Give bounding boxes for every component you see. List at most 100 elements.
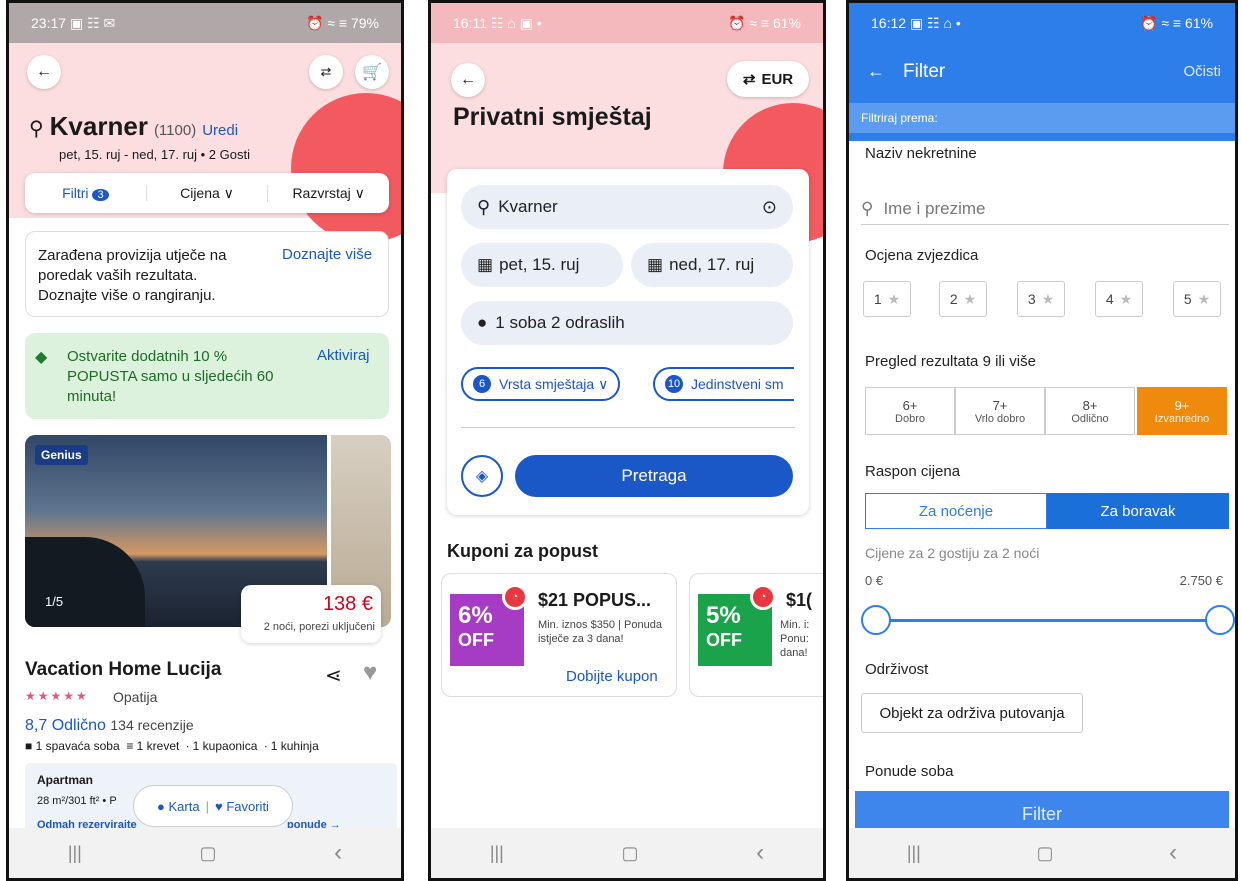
clear-button[interactable]: Očisti (1184, 63, 1222, 80)
locate-icon[interactable]: ⊙ (762, 197, 777, 218)
property-name-input[interactable]: ⚲ Ime i prezime (861, 193, 1229, 225)
currency-button[interactable]: ⇄ (309, 55, 343, 89)
search-summary[interactable]: ⚲ Kvarner (1100) Uredi (29, 111, 238, 142)
back-nav-icon[interactable]: ‹ (1169, 839, 1177, 867)
room-facilities: ■ 1 spavaća soba ≡ 1 krevet ∙ 1 kupaonic… (25, 739, 319, 753)
score-option-9-selected[interactable]: 9+ Izvanredno (1137, 387, 1227, 435)
home-icon[interactable]: ▢ (1036, 843, 1053, 864)
back-nav-icon[interactable]: ‹ (756, 839, 764, 867)
sort-button[interactable]: Razvrstaj ∨ (268, 185, 389, 202)
search-button[interactable]: Pretraga (515, 455, 793, 497)
android-navbar: ||| ▢ ‹ (431, 828, 823, 878)
recent-apps-icon[interactable]: ||| (68, 843, 82, 864)
per-stay-tab[interactable]: Za boravak (1047, 493, 1229, 529)
back-arrow-icon: ← (36, 63, 52, 80)
star-filter-5[interactable]: 5 ★ (1173, 281, 1221, 317)
star-value: 5 (1183, 291, 1192, 307)
activate-link[interactable]: Aktiviraj (317, 347, 370, 364)
per-night-tab[interactable]: Za noćenje (865, 493, 1047, 529)
cart-icon: 🛒 (362, 64, 382, 81)
guests-value: 1 soba 2 odraslih (495, 313, 625, 332)
checkin-field[interactable]: ▦ pet, 15. ruj (461, 243, 623, 287)
map-button[interactable]: ◈ (461, 455, 503, 497)
map-button[interactable]: ● Karta (157, 799, 200, 814)
cart-button[interactable]: 🛒 (355, 55, 389, 89)
share-icon[interactable]: ⋖ (325, 663, 342, 688)
chip-property-type[interactable]: 6 Vrsta smještaja ∨ (461, 367, 621, 401)
currency-button[interactable]: ⇄ EUR (727, 61, 809, 97)
search-dates: pet, 15. ruj - ned, 17. ruj • 2 Gosti (59, 147, 250, 162)
star-value: 3 (1027, 291, 1036, 307)
back-nav-icon[interactable]: ‹ (334, 839, 342, 867)
chip-count: 6 (473, 375, 491, 393)
price-slider-max-handle[interactable] (1205, 605, 1235, 635)
unit-size: 28 m²/301 ft² • P (37, 795, 117, 807)
star-filter-3[interactable]: 3 ★ (1017, 281, 1065, 317)
home-icon[interactable]: ▢ (199, 843, 216, 864)
phone-search-results: 23:17 ▣ ☷ ✉ ⏰ ≈ ≡ 79% ← ⇄ 🛒 ⚲ Kvarner (1… (6, 0, 404, 881)
score-option-8[interactable]: 8+ Odlično (1045, 387, 1135, 435)
search-card: ⚲ Kvarner ⊙ ▦ pet, 15. ruj ▦ ned, 17. ruj ●… (447, 169, 809, 515)
coupon-desc: Min. i: Ponu: dana! (780, 619, 810, 659)
back-button[interactable]: ← (27, 55, 61, 89)
star-value: 2 (949, 291, 958, 307)
score-label: Dobro (895, 412, 925, 425)
get-coupon-link[interactable]: Dobijte kupon (566, 668, 658, 685)
photo-counter: 1/5 (45, 594, 64, 609)
sustainability-heading: Održivost (865, 661, 929, 678)
chip-unique[interactable]: 10 Jedinstveni sm (653, 367, 794, 401)
phone-filter: 16:12 ▣ ☷ ⌂ • ⏰ ≈ ≡ 61% ← Filter Očisti … (846, 0, 1238, 881)
score-value: 8+ (1082, 397, 1098, 413)
star-value: 4 (1105, 291, 1114, 307)
favorites-button[interactable]: ♥ Favoriti (215, 799, 269, 814)
room-offers-heading: Ponude soba (865, 763, 954, 780)
chip-count: 10 (665, 375, 683, 393)
status-bar: 16:11 ☷ ⌂ ▣ • ⏰ ≈ ≡ 61% (431, 3, 823, 43)
page-title: Filter (903, 61, 946, 82)
map-label: Karta (168, 798, 200, 814)
search-icon: ⚲ (29, 118, 44, 140)
status-icons: ☷ ⌂ ▣ • (490, 14, 542, 31)
star-filter-2[interactable]: 2 ★ (939, 281, 987, 317)
search-icon: ⚲ (861, 198, 874, 218)
review-count: 134 recenzije (110, 717, 194, 733)
currency-exchange-icon: ⇄ (320, 64, 332, 79)
heart-icon[interactable]: ♥ (363, 659, 377, 687)
learn-more-link[interactable]: Doznajte više (282, 246, 372, 263)
star-filter-1[interactable]: 1 ★ (863, 281, 911, 317)
coupon-card[interactable]: 6% OFF ◔ $21 POPUS... Min. iznos $350 | … (441, 573, 677, 697)
calendar-in-icon: ▦ (477, 255, 494, 274)
status-right: ⏰ ≈ ≡ 61% (728, 14, 801, 31)
android-navbar: ||| ▢ ‹ (9, 828, 401, 878)
recent-apps-icon[interactable]: ||| (907, 843, 921, 864)
coupon-card[interactable]: 5% OFF ◔ $1( Min. i: Ponu: dana! (689, 573, 823, 697)
guests-field[interactable]: ● 1 soba 2 odraslih (461, 301, 793, 345)
calendar-out-icon: ▦ (647, 255, 664, 274)
recent-apps-icon[interactable]: ||| (490, 843, 504, 864)
price-note: Cijene za 2 gostiju za 2 noći (865, 545, 1040, 561)
edit-search-link[interactable]: Uredi (202, 122, 238, 139)
price-range-heading: Raspon cijena (865, 463, 961, 480)
back-button[interactable]: ← (451, 63, 485, 97)
status-right: ⏰ ≈ ≡ 61% (1140, 14, 1213, 31)
home-icon[interactable]: ▢ (621, 843, 638, 864)
price-slider-min-handle[interactable] (861, 605, 891, 635)
chip-clip: 10 Jedinstveni sm (653, 367, 795, 401)
destination-field[interactable]: ⚲ Kvarner ⊙ (461, 185, 793, 229)
score-option-6[interactable]: 6+ Dobro (865, 387, 955, 435)
map-favorites-toggle: ● Karta | ♥ Favoriti (133, 785, 293, 827)
filters-button[interactable]: Filtri 3 (25, 185, 147, 201)
commission-text: Zarađena provizija utječe na poredak vaš… (38, 247, 227, 304)
listing-name[interactable]: Vacation Home Lucija (25, 659, 221, 681)
price-sort-button[interactable]: Cijena ∨ (147, 184, 269, 202)
star-filter-4[interactable]: 4 ★ (1095, 281, 1143, 317)
back-button[interactable]: ← (867, 61, 885, 82)
promo-text: Ostvarite dodatnih 10 % POPUSTA samo u s… (67, 348, 274, 405)
sustainable-property-toggle[interactable]: Objekt za održiva putovanja (861, 693, 1083, 733)
coupon-off: OFF (458, 630, 494, 650)
bed-icon: ■ (25, 739, 33, 753)
currency-exchange-icon: ⇄ (742, 71, 756, 88)
checkout-field[interactable]: ▦ ned, 17. ruj (631, 243, 793, 287)
score-option-7[interactable]: 7+ Vrlo dobro (955, 387, 1045, 435)
filters-label: Filtri (62, 185, 89, 201)
